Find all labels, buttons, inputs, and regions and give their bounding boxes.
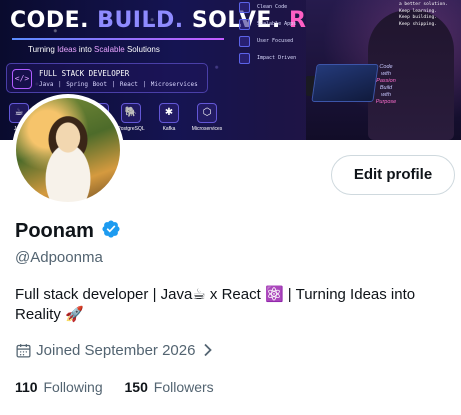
tagline-pre: Turning <box>28 45 55 54</box>
feature-item: User Focused <box>236 34 306 51</box>
banner-note: a better solution. Keep learning. Keep b… <box>399 2 457 28</box>
banner-illustration: Code with Passion Build with Purpose a b… <box>306 0 461 140</box>
edit-profile-button[interactable]: Edit profile <box>331 155 455 195</box>
following-link[interactable]: 110 Following <box>15 377 103 397</box>
feature-icon <box>239 36 250 47</box>
hoodie-text: Code with Passion Build with Purpose <box>366 64 406 106</box>
feature-label: Impact Driven <box>257 55 297 61</box>
role-title: FULL STACK DEVELOPER <box>39 69 130 78</box>
following-count: 110 <box>15 379 38 395</box>
feature-icon <box>239 19 250 30</box>
note-line: Keep shipping. <box>399 21 437 27</box>
hexagon-icon: ⬡ <box>197 103 217 123</box>
tagline-post: Solutions <box>126 45 160 54</box>
chevron-right-icon[interactable] <box>203 343 213 357</box>
feature-item: Clean Code <box>236 0 306 17</box>
feature-icon <box>239 53 250 64</box>
tech-label: Kafka <box>162 126 176 132</box>
headline-underline <box>12 38 224 40</box>
following-label: Following <box>43 379 103 395</box>
tech-item: ⬡ Microservices <box>190 103 224 132</box>
calendar-icon <box>16 343 31 358</box>
role-stack: Java | Spring Boot | React | Microservic… <box>39 81 198 88</box>
tagline-accent-ideas: Ideas <box>57 45 77 54</box>
banner-tagline: Turning Ideas into Scalable Solutions <box>28 45 160 54</box>
hoodie-line: with <box>381 92 391 98</box>
tech-label: Microservices <box>191 126 223 132</box>
tech-item: ✱ Kafka <box>152 103 186 132</box>
hoodie-line: Purpose <box>375 99 397 105</box>
verified-badge-icon[interactable] <box>101 219 121 239</box>
feature-label: Clean Code <box>257 4 288 10</box>
hoodie-line: Passion <box>376 78 396 84</box>
code-brackets-icon: </> <box>12 69 32 89</box>
followers-label: Followers <box>153 379 214 395</box>
followers-link[interactable]: 150 Followers <box>125 377 214 397</box>
feature-label: User Focused <box>257 38 294 44</box>
joined-label: Joined September 2026 <box>36 342 196 359</box>
feature-list: Clean Code Scalable Apps User Focused Im… <box>236 0 306 68</box>
tagline-accent-scalable: Scalable <box>94 45 125 54</box>
elephant-icon: 🐘 <box>121 103 141 123</box>
feature-icon <box>239 2 250 13</box>
feature-item: Scalable Apps <box>236 17 306 34</box>
follow-stats: 110 Following 150 Followers <box>15 377 232 397</box>
joined-date[interactable]: Joined September 2026 <box>15 341 213 361</box>
profile-name-row: Poonam <box>15 218 121 244</box>
hoodie-line: Build <box>379 85 393 91</box>
headline-build: BUILD. <box>97 8 184 33</box>
followers-count: 150 <box>124 379 148 395</box>
profile-avatar[interactable] <box>12 94 124 206</box>
tagline-mid: into <box>78 45 92 54</box>
profile-bio: Full stack developer | Java☕ x React ⚛️ … <box>15 286 416 323</box>
hoodie-line: Code <box>379 64 393 70</box>
role-card: </> FULL STACK DEVELOPER Java | Spring B… <box>6 63 208 93</box>
feature-label: Scalable Apps <box>257 21 297 27</box>
feature-item: Impact Driven <box>236 51 306 68</box>
headline-code: CODE. <box>10 8 89 33</box>
display-name: Poonam <box>15 220 94 242</box>
profile-handle: @Adpoonma <box>15 249 103 266</box>
kafka-icon: ✱ <box>159 103 179 123</box>
hoodie-line: with <box>381 71 391 77</box>
